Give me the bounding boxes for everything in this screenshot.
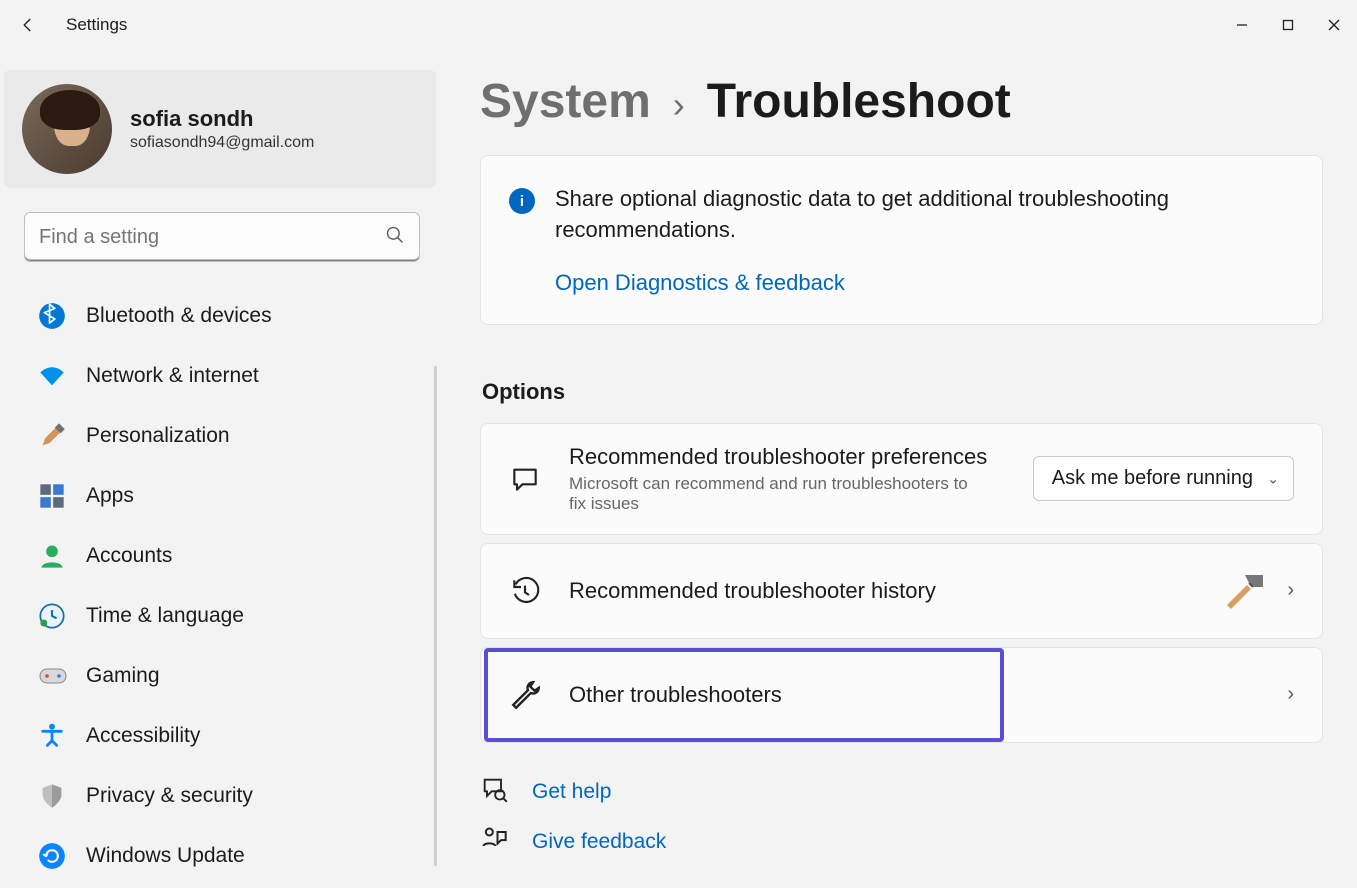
link-text: Get help <box>532 780 611 804</box>
feedback-icon <box>480 825 508 858</box>
dropdown-value: Ask me before running <box>1052 467 1253 489</box>
sidebar-item-time[interactable]: Time & language <box>4 586 440 646</box>
minimize-button[interactable] <box>1219 9 1265 41</box>
chevron-down-icon: ⌄ <box>1267 470 1279 487</box>
help-icon <box>480 775 508 808</box>
section-title-options: Options <box>482 379 1323 405</box>
sidebar-item-apps[interactable]: Apps <box>4 466 440 526</box>
option-troubleshooter-history[interactable]: Recommended troubleshooter history › <box>480 543 1323 639</box>
close-button[interactable] <box>1311 9 1357 41</box>
account-name: sofia sondh <box>130 106 314 132</box>
search-input[interactable] <box>39 226 385 249</box>
chevron-right-icon: › <box>1287 579 1294 602</box>
chevron-right-icon: › <box>673 84 685 126</box>
back-button[interactable] <box>0 16 56 34</box>
sidebar-item-label: Personalization <box>86 424 230 448</box>
history-icon <box>509 575 569 607</box>
sidebar-item-label: Time & language <box>86 604 244 628</box>
sidebar-item-personalization[interactable]: Personalization <box>4 406 440 466</box>
avatar <box>22 84 112 174</box>
sidebar-item-label: Network & internet <box>86 364 259 388</box>
sidebar-item-label: Windows Update <box>86 844 245 868</box>
page-title: Troubleshoot <box>707 74 1011 129</box>
shield-icon <box>38 782 86 810</box>
update-icon <box>38 842 86 870</box>
scrollbar[interactable] <box>434 366 437 866</box>
chevron-right-icon: › <box>1287 683 1294 706</box>
sidebar-item-label: Bluetooth & devices <box>86 304 272 328</box>
link-text: Give feedback <box>532 830 666 854</box>
paintbrush-icon <box>38 422 86 450</box>
option-title: Recommended troubleshooter history <box>569 578 1207 604</box>
gamepad-icon <box>38 665 86 687</box>
info-icon: i <box>509 188 535 214</box>
open-diagnostics-link[interactable]: Open Diagnostics & feedback <box>555 270 845 296</box>
sidebar-item-privacy[interactable]: Privacy & security <box>4 766 440 826</box>
clock-icon <box>38 602 86 630</box>
account-card[interactable]: sofia sondh sofiasondh94@gmail.com <box>4 70 436 188</box>
sidebar-item-accessibility[interactable]: Accessibility <box>4 706 440 766</box>
get-help-link[interactable]: Get help <box>480 767 1323 817</box>
option-recommended-preferences[interactable]: Recommended troubleshooter preferences M… <box>480 423 1323 535</box>
accessibility-icon <box>38 722 86 750</box>
wrench-icon <box>509 678 569 712</box>
sidebar-item-network[interactable]: Network & internet <box>4 346 440 406</box>
account-email: sofiasondh94@gmail.com <box>130 134 314 152</box>
preferences-dropdown[interactable]: Ask me before running ⌄ <box>1033 456 1294 501</box>
sidebar-item-label: Accessibility <box>86 724 200 748</box>
chat-icon <box>509 463 569 495</box>
sidebar-item-update[interactable]: Windows Update <box>4 826 440 886</box>
hammer-icon <box>1219 569 1269 613</box>
person-icon <box>38 542 86 570</box>
app-title: Settings <box>66 15 127 35</box>
search-input-container[interactable] <box>24 212 420 262</box>
sidebar-item-label: Privacy & security <box>86 784 253 808</box>
option-title: Other troubleshooters <box>569 682 1269 708</box>
sidebar-item-label: Gaming <box>86 664 160 688</box>
apps-icon <box>38 482 86 510</box>
info-banner: i Share optional diagnostic data to get … <box>480 155 1323 325</box>
option-subtitle: Microsoft can recommend and run troubles… <box>569 474 969 514</box>
sidebar-item-bluetooth[interactable]: Bluetooth & devices <box>4 286 440 346</box>
option-other-troubleshooters[interactable]: Other troubleshooters › <box>480 647 1323 743</box>
sidebar-item-gaming[interactable]: Gaming <box>4 646 440 706</box>
give-feedback-link[interactable]: Give feedback <box>480 817 1323 867</box>
sidebar-item-accounts[interactable]: Accounts <box>4 526 440 586</box>
sidebar-item-label: Accounts <box>86 544 172 568</box>
info-text: Share optional diagnostic data to get ad… <box>555 184 1290 246</box>
maximize-button[interactable] <box>1265 9 1311 41</box>
option-title: Recommended troubleshooter preferences <box>569 444 1033 470</box>
breadcrumb-parent[interactable]: System <box>480 74 651 129</box>
breadcrumb: System › Troubleshoot <box>480 74 1323 129</box>
wifi-icon <box>38 362 86 390</box>
bluetooth-icon <box>38 302 86 330</box>
search-icon <box>385 225 405 250</box>
sidebar-item-label: Apps <box>86 484 134 508</box>
